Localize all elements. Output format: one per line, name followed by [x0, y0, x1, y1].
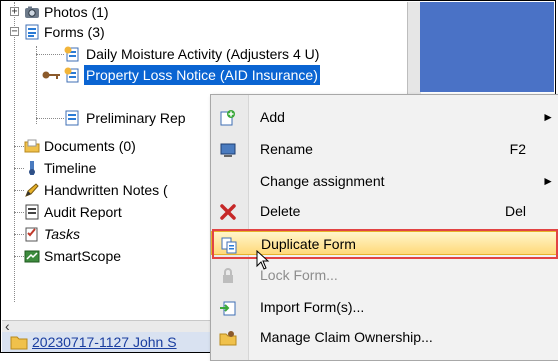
import-icon: [220, 301, 236, 316]
lock-icon: [223, 268, 233, 283]
menu-item-label: Manage Claim Ownership...: [260, 329, 433, 345]
tree-item-label: Tasks: [44, 226, 81, 242]
tree-item-daily-moisture[interactable]: Daily Moisture Activity (Adjusters 4 U): [2, 44, 402, 64]
camera-folder-icon: [25, 6, 39, 18]
menu-item-label: Lock Form...: [260, 267, 338, 283]
form-doc-icon: [65, 110, 79, 126]
add-icon: [220, 110, 235, 126]
tree-item-label: Documents (0): [44, 138, 136, 154]
menu-item-change-assignment[interactable]: Change assignment ►: [211, 169, 558, 193]
pencil-icon: [25, 183, 39, 197]
menu-shortcut: F2: [509, 141, 526, 157]
menu-item-label: Import Form(s)...: [260, 299, 365, 315]
documents-folder-icon: [24, 139, 40, 153]
tree-item-photos[interactable]: + Photos (1): [2, 2, 402, 22]
side-panel: [420, 2, 554, 92]
submenu-arrow-icon: ►: [542, 174, 554, 188]
expand-plus-icon[interactable]: +: [10, 7, 19, 17]
menu-icon-gutter: [211, 95, 249, 360]
menu-item-label: Rename: [260, 141, 313, 157]
menu-item-label: Delete: [260, 203, 301, 219]
tasks-icon: [25, 227, 38, 242]
duplicate-icon: [221, 237, 237, 254]
timeline-icon: [29, 161, 35, 175]
claim-folder-icon: [10, 336, 28, 350]
menu-item-label: Add: [260, 109, 285, 125]
form-doc-icon: [64, 46, 79, 62]
mouse-cursor-icon: [256, 250, 270, 270]
menu-item-label: Duplicate Form: [261, 236, 356, 252]
key-icon: [42, 71, 60, 79]
menu-item-delete[interactable]: Delete Del: [211, 199, 558, 223]
tree-item-label: Photos (1): [44, 4, 109, 20]
delete-x-icon: [220, 204, 236, 220]
menu-shortcut: Del: [504, 203, 526, 219]
menu-item-add[interactable]: Add ►: [211, 105, 558, 129]
smartscope-icon: [24, 250, 40, 263]
tree-item-label: Property Loss Notice (AID Insurance): [84, 65, 320, 85]
claim-ownership-icon: [219, 331, 237, 346]
menu-item-manage-claim-ownership[interactable]: Manage Claim Ownership...: [211, 325, 558, 349]
tree-item-forms[interactable]: − Forms (3): [2, 22, 402, 42]
tree-item-label: SmartScope: [44, 248, 122, 264]
context-menu: Add ► Rename F2 Change assignment ► Dele…: [210, 94, 558, 361]
audit-report-icon: [25, 204, 39, 220]
menu-item-label: Change assignment: [260, 173, 385, 189]
claim-link[interactable]: 20230717-1127 John S: [32, 334, 177, 350]
form-icon: [25, 24, 39, 40]
tree-item-label: Audit Report: [44, 204, 122, 220]
rename-icon: [220, 143, 236, 157]
tree-item-label: Preliminary Rep: [86, 110, 186, 126]
submenu-arrow-icon: ►: [542, 110, 554, 124]
menu-item-import-forms[interactable]: Import Form(s)...: [211, 295, 558, 319]
tree-item-property-loss[interactable]: Property Loss Notice (AID Insurance): [2, 65, 402, 85]
tree-item-label: Handwritten Notes (: [44, 182, 168, 198]
tree-item-label: Timeline: [44, 160, 97, 176]
tree-item-label: Daily Moisture Activity (Adjusters 4 U): [86, 46, 320, 62]
form-doc-icon: [64, 67, 79, 83]
collapse-minus-icon[interactable]: −: [10, 27, 19, 37]
tree-item-label: Forms (3): [44, 24, 105, 40]
menu-item-rename[interactable]: Rename F2: [211, 137, 558, 161]
